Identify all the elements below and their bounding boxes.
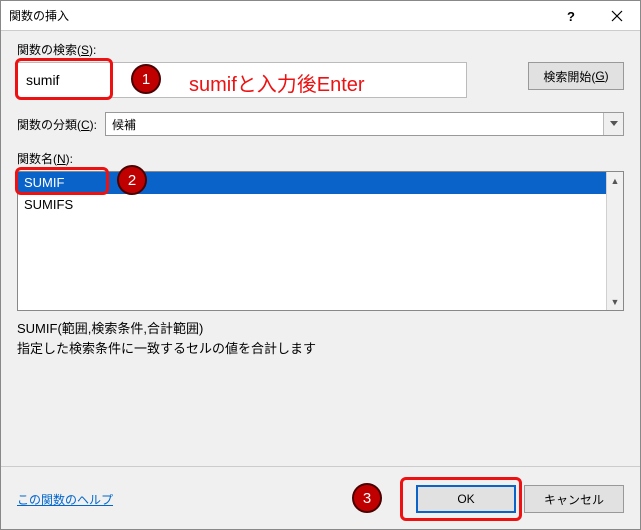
search-wrap: 1 sumifと入力後Enter — [17, 62, 518, 98]
scrollbar[interactable]: ▲ ▼ — [606, 172, 623, 310]
dialog-title: 関数の挿入 — [9, 7, 548, 24]
list-item[interactable]: SUMIFS — [18, 194, 623, 216]
svg-text:?: ? — [567, 10, 575, 22]
ok-wrap: OK 3 — [408, 485, 516, 513]
function-list-wrap: SUMIF SUMIFS ▲ ▼ 2 — [17, 171, 624, 311]
category-selected: 候補 — [112, 116, 136, 133]
titlebar: 関数の挿入 ? — [1, 1, 640, 31]
help-button[interactable]: ? — [548, 1, 594, 31]
search-go-button[interactable]: 検索開始(G) — [528, 62, 624, 90]
search-label: 関数の検索(S): — [17, 41, 624, 58]
search-row: 1 sumifと入力後Enter 検索開始(G) — [17, 62, 624, 98]
dialog-footer: この関数のヘルプ OK 3 キャンセル — [1, 466, 640, 529]
function-desc-text: 指定した検索条件に一致するセルの値を合計します — [17, 339, 624, 359]
dialog-body: 関数の検索(S): 1 sumifと入力後Enter 検索開始(G) 関数の分類… — [1, 31, 640, 422]
annotation-badge-3: 3 — [352, 483, 382, 513]
function-listbox[interactable]: SUMIF SUMIFS ▲ ▼ — [17, 171, 624, 311]
help-icon: ? — [565, 10, 577, 22]
scroll-down-icon[interactable]: ▼ — [607, 293, 623, 310]
search-box[interactable] — [17, 62, 467, 98]
list-item[interactable]: SUMIF — [18, 172, 623, 194]
category-select[interactable]: 候補 — [105, 112, 624, 136]
search-input[interactable] — [24, 71, 104, 89]
cancel-button[interactable]: キャンセル — [524, 485, 624, 513]
help-link[interactable]: この関数のヘルプ — [17, 491, 113, 508]
insert-function-dialog: 関数の挿入 ? 関数の検索(S): 1 sumifと入力後Enter 検索開 — [0, 0, 641, 530]
chevron-down-icon — [603, 113, 623, 135]
category-label: 関数の分類(C): — [17, 116, 97, 133]
close-button[interactable] — [594, 1, 640, 31]
close-icon — [611, 10, 623, 22]
function-signature: SUMIF(範囲,検索条件,合計範囲) — [17, 319, 624, 339]
ok-button[interactable]: OK — [416, 485, 516, 513]
scroll-up-icon[interactable]: ▲ — [607, 172, 623, 189]
function-description: SUMIF(範囲,検索条件,合計範囲) 指定した検索条件に一致するセルの値を合計… — [17, 319, 624, 359]
category-row: 関数の分類(C): 候補 — [17, 112, 624, 136]
function-list-label: 関数名(N): — [17, 150, 624, 167]
